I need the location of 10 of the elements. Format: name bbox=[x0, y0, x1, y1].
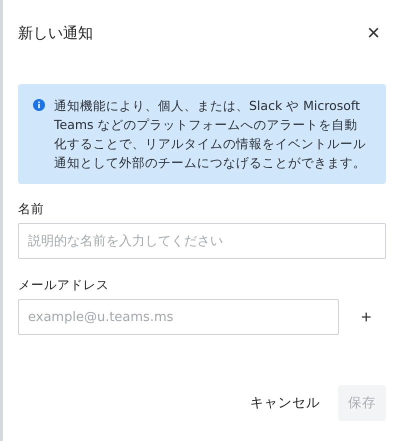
info-icon bbox=[33, 99, 45, 111]
info-text: 通知機能により、個人、または、Slack や Microsoft Teams などのプラットフォームへのアラートを自動化することで、リアルタイムの情報をイベントルール通知として外部のチームにつなげることができます。 bbox=[54, 97, 366, 172]
cancel-button[interactable]: キャンセル bbox=[240, 385, 330, 421]
input-field[interactable]: example@u.teams.ms bbox=[18, 299, 339, 335]
field-label: 名前 bbox=[18, 201, 45, 218]
field-label: メールアドレス bbox=[18, 277, 110, 294]
dialog-title: 新しい通知 bbox=[18, 24, 93, 42]
input-field[interactable]: 説明的な名前を入力してください bbox=[18, 223, 386, 259]
close-button[interactable]: × bbox=[361, 22, 386, 44]
add-button[interactable]: + bbox=[357, 306, 376, 328]
